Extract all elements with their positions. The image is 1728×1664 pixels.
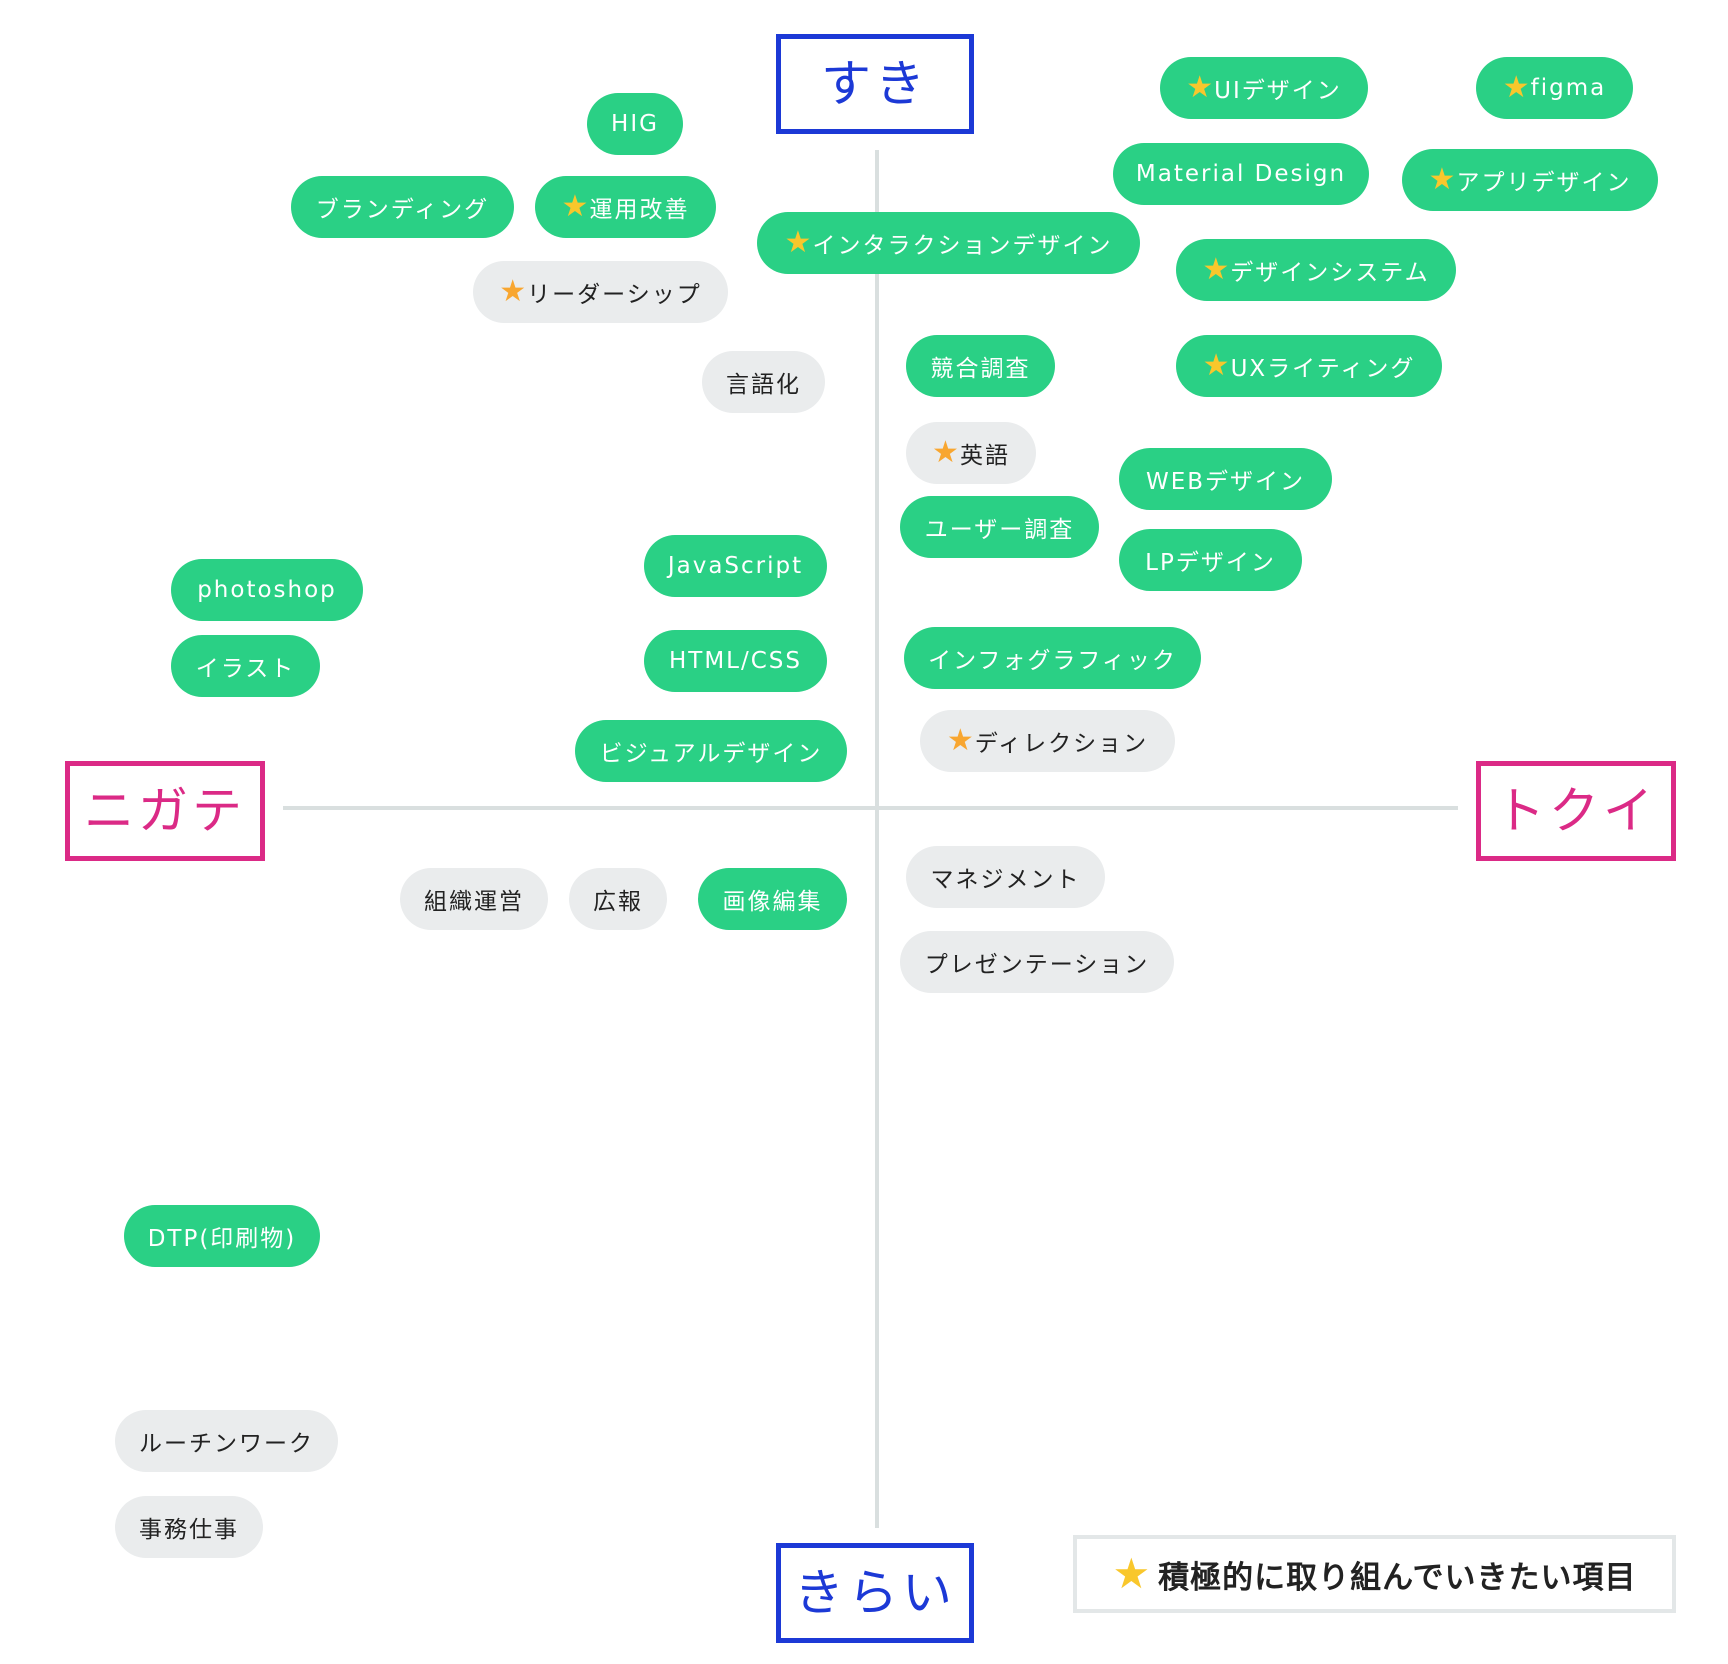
- tag-label: UIデザイン: [1214, 78, 1342, 104]
- tag-label: 組織運営: [424, 889, 524, 915]
- star-icon: ★: [499, 274, 527, 309]
- legend: ★ 積極的に取り組んでいきたい項目: [1073, 1535, 1676, 1613]
- tag-label: ルーチンワーク: [139, 1431, 314, 1457]
- tag-english: ★ 英語: [906, 422, 1036, 484]
- star-icon: ★: [1112, 1549, 1151, 1598]
- tag-ui-design: ★ UIデザイン: [1160, 57, 1368, 119]
- tag-material-design: Material Design: [1113, 143, 1369, 205]
- tag-image-editing: 画像編集: [698, 868, 847, 930]
- tag-label: インタラクションデザイン: [812, 233, 1113, 259]
- tag-label: ディレクション: [974, 731, 1149, 757]
- tag-label: 競合調査: [930, 356, 1031, 382]
- star-icon: ★: [784, 225, 812, 260]
- tag-label: 英語: [959, 443, 1010, 469]
- tag-label: HIG: [611, 111, 659, 137]
- tag-label: DTP(印刷物): [147, 1226, 297, 1252]
- tag-interaction-design: ★ インタラクションデザイン: [757, 212, 1140, 274]
- tag-label: デザインシステム: [1230, 260, 1430, 286]
- star-icon: ★: [1202, 348, 1230, 383]
- tag-org-management: 組織運営: [400, 868, 548, 930]
- tag-leadership: ★ リーダーシップ: [473, 261, 728, 323]
- tag-label: WEBデザイン: [1145, 469, 1306, 495]
- star-icon: ★: [1202, 252, 1230, 287]
- tag-label: UXライティング: [1230, 356, 1416, 382]
- tag-operation-improvement: ★ 運用改善: [535, 176, 716, 238]
- axis-label-left: ニガテ: [65, 761, 265, 861]
- tag-lp-design: LPデザイン: [1119, 529, 1302, 591]
- star-icon: ★: [1502, 70, 1530, 105]
- tag-verbalization: 言語化: [702, 351, 825, 413]
- tag-hig: HIG: [587, 93, 683, 155]
- tag-label: 運用改善: [589, 197, 690, 223]
- star-icon: ★: [1186, 70, 1214, 105]
- tag-office-work: 事務仕事: [115, 1496, 263, 1558]
- vertical-axis-line: [875, 150, 879, 1528]
- star-icon: ★: [1428, 162, 1456, 197]
- tag-visual-design: ビジュアルデザイン: [575, 720, 847, 782]
- tag-management: マネジメント: [906, 846, 1105, 908]
- tag-html-css: HTML/CSS: [644, 630, 827, 692]
- tag-design-system: ★ デザインシステム: [1176, 239, 1456, 301]
- tag-label: アプリデザイン: [1456, 170, 1632, 196]
- legend-label: 積極的に取り組んでいきたい項目: [1158, 1559, 1637, 1596]
- skill-matrix-diagram: すき きらい ニガテ トクイ ★ UIデザイン ★ figma HIG Material …: [0, 0, 1728, 1664]
- tag-label: プレゼンテーション: [924, 952, 1150, 978]
- tag-web-design: WEBデザイン: [1119, 448, 1332, 510]
- tag-pr: 広報: [569, 868, 667, 930]
- tag-branding: ブランディング: [291, 176, 514, 238]
- axis-label-bottom: きらい: [776, 1543, 974, 1643]
- tag-label: ユーザー調査: [924, 517, 1075, 543]
- tag-label: figma: [1530, 75, 1607, 101]
- tag-label: ビジュアルデザイン: [599, 741, 823, 767]
- tag-competitive-research: 競合調査: [906, 335, 1055, 397]
- tag-label: 事務仕事: [139, 1517, 239, 1543]
- tag-presentation: プレゼンテーション: [900, 931, 1174, 993]
- tag-direction: ★ ディレクション: [920, 710, 1175, 772]
- tag-javascript: JavaScript: [644, 535, 827, 597]
- tag-label: 広報: [593, 889, 643, 915]
- axis-label-top: すき: [776, 34, 974, 134]
- tag-infographic: インフォグラフィック: [904, 627, 1201, 689]
- tag-label: インフォグラフィック: [928, 648, 1177, 674]
- tag-label: マネジメント: [930, 867, 1081, 893]
- tag-user-research: ユーザー調査: [900, 496, 1099, 558]
- tag-figma: ★ figma: [1476, 57, 1633, 119]
- tag-label: LPデザイン: [1145, 550, 1276, 576]
- axis-label-right: トクイ: [1476, 761, 1676, 861]
- tag-dtp: DTP(印刷物): [124, 1205, 320, 1267]
- tag-label: photoshop: [197, 577, 337, 603]
- star-icon: ★: [561, 189, 589, 224]
- horizontal-axis-line: [283, 806, 1458, 810]
- tag-label: 画像編集: [722, 889, 823, 915]
- tag-photoshop: photoshop: [171, 559, 363, 621]
- tag-label: HTML/CSS: [668, 648, 802, 674]
- tag-label: イラスト: [195, 656, 296, 682]
- star-icon: ★: [932, 435, 959, 470]
- tag-label: JavaScript: [667, 553, 804, 579]
- tag-routine-work: ルーチンワーク: [115, 1410, 338, 1472]
- tag-label: Material Design: [1135, 161, 1347, 187]
- tag-label: リーダーシップ: [527, 282, 702, 308]
- tag-label: 言語化: [726, 372, 801, 398]
- tag-app-design: ★ アプリデザイン: [1402, 149, 1658, 211]
- tag-ux-writing: ★ UXライティング: [1176, 335, 1442, 397]
- tag-illustration: イラスト: [171, 635, 320, 697]
- tag-label: ブランディング: [315, 197, 490, 223]
- star-icon: ★: [946, 723, 974, 758]
